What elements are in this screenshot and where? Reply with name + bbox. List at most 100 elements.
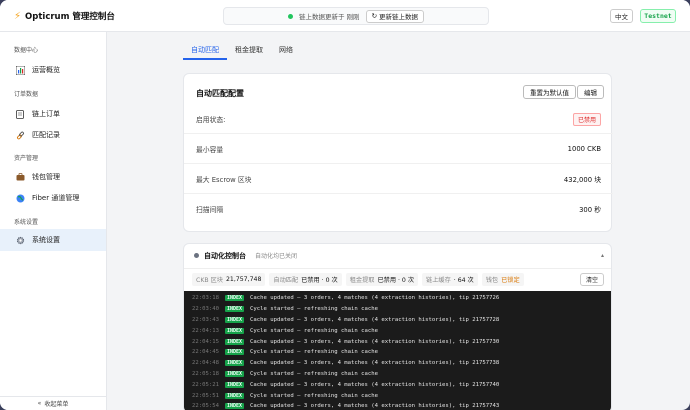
sidebar-item-label: 钱包管理 bbox=[32, 173, 60, 181]
log-tag: INDEX bbox=[224, 403, 245, 410]
sidebar-item-overview[interactable]: 运营概览 bbox=[0, 59, 106, 81]
sidebar-section-title: 数据中心 bbox=[14, 47, 39, 54]
stat-value: 已禁用 · 0 次 bbox=[301, 277, 338, 284]
log-output[interactable]: 22:03:18 INDEX Cache updated — 3 orders, 4… bbox=[184, 291, 611, 410]
log-message: Cycle started — refreshing chain cache bbox=[250, 349, 378, 356]
sidebar-section-title: 资产管理 bbox=[14, 155, 39, 162]
config-row-scan-interval: 扫描间隔 300 秒 bbox=[196, 202, 601, 216]
card-title: 自动匹配配置 bbox=[196, 89, 244, 98]
document-icon bbox=[15, 109, 25, 119]
log-time: 22:03:43 bbox=[192, 316, 219, 323]
refresh-icon: ↻ bbox=[371, 12, 378, 20]
log-time: 22:03:18 bbox=[192, 295, 219, 302]
stat-chain-cache: 链上缓存 · 64 次 bbox=[422, 273, 478, 286]
app-title: Opticrum 管理控制台 bbox=[25, 12, 115, 22]
log-tag: INDEX bbox=[224, 306, 245, 313]
edit-button[interactable]: 编辑 bbox=[577, 85, 604, 99]
divider bbox=[184, 133, 613, 134]
stat-key: 租金提取 bbox=[349, 277, 375, 284]
tab-auto-match[interactable]: 自动匹配 bbox=[183, 42, 227, 60]
auto-match-config-card: 自动匹配配置 重置为默认值 编辑 启用状态: 已禁用 最小容量 1000 CKB… bbox=[183, 73, 613, 232]
stat-value: · 64 次 bbox=[453, 277, 474, 284]
config-row-max-escrow: 最大 Escrow 区块 432,000 块 bbox=[196, 172, 601, 186]
sync-status-text: 链上数据更新于 刚刚 bbox=[298, 13, 360, 21]
console-header[interactable]: 自动化控制台 自动化均已关闭 ▴ bbox=[184, 244, 611, 267]
stat-value: 已锁定 bbox=[501, 277, 520, 284]
top-bar: ⚡ Opticrum 管理控制台 链上数据更新于 刚刚 ↻ 更新链上数据 中文 … bbox=[0, 0, 690, 32]
config-label: 最小容量 bbox=[196, 146, 224, 154]
sidebar-section-title: 系统设置 bbox=[14, 219, 39, 226]
gear-icon bbox=[15, 235, 25, 245]
reset-default-button[interactable]: 重置为默认值 bbox=[523, 85, 576, 99]
language-button[interactable]: 中文 bbox=[610, 9, 633, 23]
config-value: 432,000 块 bbox=[563, 176, 601, 184]
log-tag: INDEX bbox=[224, 295, 245, 302]
settings-tabs: 自动匹配 租金提取 网络 bbox=[183, 42, 301, 60]
sidebar: 数据中心 运营概览 订单数据 链上订单 匹配记录 资产管理 钱包管理 Fiber… bbox=[0, 32, 107, 410]
log-line: 22:05:54 INDEX Cache updated — 3 orders, 4… bbox=[184, 401, 611, 410]
log-line: 22:05:51 INDEX Cycle started — refreshing … bbox=[184, 390, 611, 401]
divider bbox=[184, 163, 613, 164]
network-badge[interactable]: Testnet bbox=[640, 9, 676, 23]
lightning-icon: ⚡ bbox=[14, 10, 22, 22]
log-tag: INDEX bbox=[224, 316, 245, 323]
stat-rent-extraction: 租金提取 已禁用 · 0 次 bbox=[345, 273, 419, 286]
log-line: 22:03:43 INDEX Cache updated — 3 orders, 4… bbox=[184, 315, 611, 326]
collapse-menu-label: 收起菜单 bbox=[44, 401, 69, 408]
sidebar-item-fiber-channels[interactable]: Fiber 通道管理 bbox=[0, 187, 106, 209]
log-message: Cycle started — refreshing chain cache bbox=[250, 306, 378, 313]
stat-block: CKB 区块 21,757,748 bbox=[192, 273, 266, 286]
console-stats: CKB 区块 21,757,748 自动匹配 已禁用 · 0 次 租金提取 已禁用 ·… bbox=[184, 268, 611, 290]
config-value: 300 秒 bbox=[579, 206, 601, 214]
globe-icon bbox=[15, 193, 25, 203]
status-dot-icon bbox=[287, 13, 293, 19]
console-title: 自动化控制台 bbox=[204, 251, 246, 260]
automation-console: 自动化控制台 自动化均已关闭 ▴ CKB 区块 21,757,748 自动匹配 已禁… bbox=[183, 243, 612, 410]
log-time: 22:05:54 bbox=[192, 403, 219, 410]
sidebar-section-title: 订单数据 bbox=[14, 91, 39, 98]
log-message: Cycle started — refreshing chain cache bbox=[250, 392, 378, 399]
config-label: 扫描间隔 bbox=[196, 206, 224, 214]
log-tag: INDEX bbox=[224, 360, 245, 367]
sidebar-item-match-records[interactable]: 匹配记录 bbox=[0, 124, 106, 146]
chevron-up-icon[interactable]: ▴ bbox=[601, 252, 604, 259]
chevron-left-icon: « bbox=[37, 400, 42, 407]
sidebar-item-label: 链上订单 bbox=[32, 110, 60, 118]
log-message: Cycle started — refreshing chain cache bbox=[250, 370, 378, 377]
app-window: ⚡ Opticrum 管理控制台 链上数据更新于 刚刚 ↻ 更新链上数据 中文 … bbox=[0, 0, 690, 410]
sidebar-item-wallet[interactable]: 钱包管理 bbox=[0, 166, 106, 188]
tab-rent-extraction[interactable]: 租金提取 bbox=[227, 42, 271, 60]
stat-wallet: 钱包 已锁定 bbox=[481, 273, 524, 286]
log-line: 22:04:48 INDEX Cache updated — 3 orders, 4… bbox=[184, 358, 611, 369]
stat-key: CKB 区块 bbox=[196, 277, 223, 284]
log-tag: INDEX bbox=[224, 338, 245, 345]
refresh-chain-data-button[interactable]: ↻ 更新链上数据 bbox=[365, 9, 425, 23]
log-message: Cycle started — refreshing chain cache bbox=[250, 327, 378, 334]
collapse-menu-button[interactable]: « 收起菜单 bbox=[0, 396, 106, 410]
briefcase-icon bbox=[15, 172, 25, 182]
sync-status-bar: 链上数据更新于 刚刚 ↻ 更新链上数据 bbox=[223, 7, 489, 25]
sidebar-item-system-settings[interactable]: 系统设置 bbox=[0, 229, 106, 251]
sidebar-item-label: 匹配记录 bbox=[32, 131, 60, 139]
log-time: 22:04:45 bbox=[192, 349, 219, 356]
clear-log-button[interactable]: 清空 bbox=[579, 273, 604, 286]
tab-network[interactable]: 网络 bbox=[271, 42, 301, 60]
status-dot-icon bbox=[194, 253, 199, 258]
stat-key: 钱包 bbox=[485, 277, 499, 284]
log-message: Cache updated — 3 orders, 4 matches (4 e… bbox=[250, 295, 500, 302]
log-message: Cache updated — 3 orders, 4 matches (4 e… bbox=[250, 316, 500, 323]
sidebar-item-label: 系统设置 bbox=[32, 236, 60, 244]
log-tag: INDEX bbox=[224, 327, 245, 334]
stat-key: 自动匹配 bbox=[273, 277, 299, 284]
log-message: Cache updated — 3 orders, 4 matches (4 e… bbox=[250, 381, 500, 388]
stat-value: 21,757,748 bbox=[225, 276, 262, 283]
log-time: 22:05:51 bbox=[192, 392, 219, 399]
log-tag: INDEX bbox=[224, 392, 245, 399]
sidebar-item-chain-orders[interactable]: 链上订单 bbox=[0, 103, 106, 125]
stat-key: 链上缓存 bbox=[426, 277, 451, 284]
refresh-label: 更新链上数据 bbox=[379, 13, 419, 21]
config-row-enabled: 启用状态: 已禁用 bbox=[196, 112, 601, 126]
log-time: 22:04:15 bbox=[192, 338, 219, 345]
log-line: 22:03:18 INDEX Cache updated — 3 orders, 4… bbox=[184, 293, 611, 304]
config-row-min-capacity: 最小容量 1000 CKB bbox=[196, 142, 601, 156]
